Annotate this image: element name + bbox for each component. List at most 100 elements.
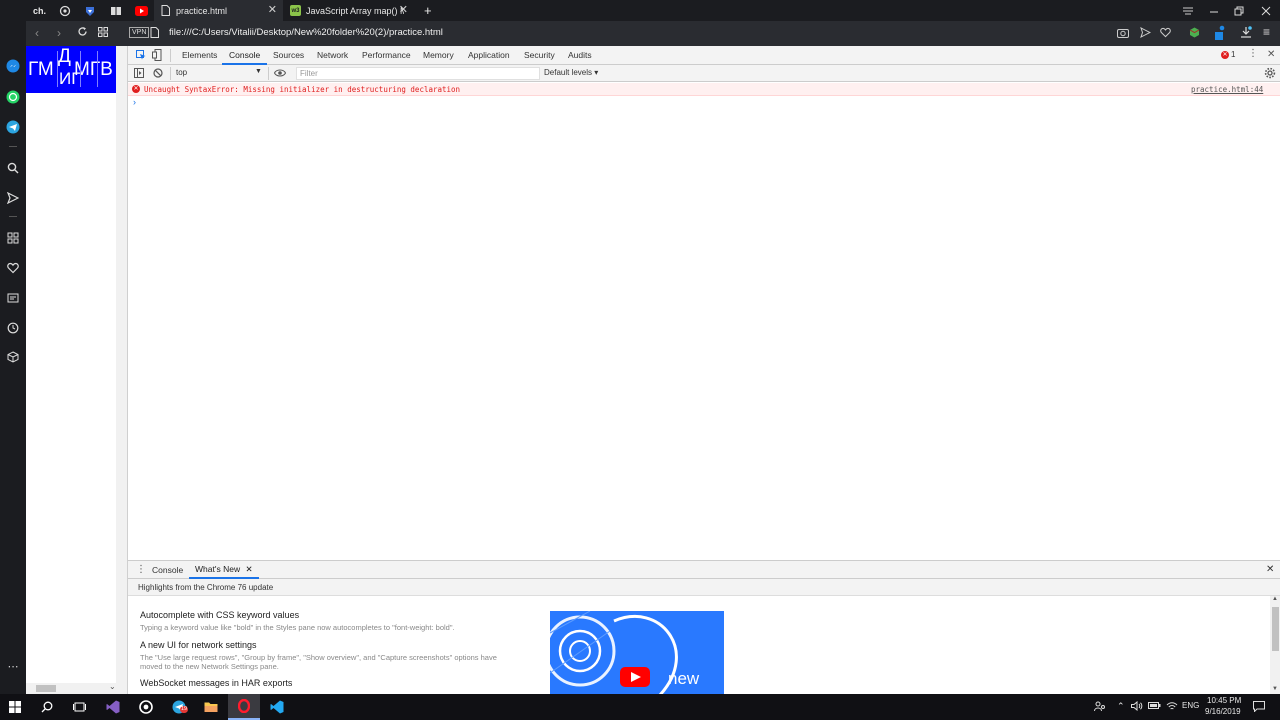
vpn-badge[interactable]: VPN <box>129 27 150 38</box>
reload-icon[interactable] <box>77 26 88 37</box>
show-hidden-icons-icon[interactable]: ⌃ <box>1117 701 1125 712</box>
page-info-icon[interactable] <box>150 27 159 38</box>
devtools-tab-audits[interactable]: Audits <box>568 46 592 65</box>
tab-javascript-array-map[interactable]: w3 JavaScript Array map() Met ✕ <box>284 0 414 21</box>
whats-new-video-thumbnail[interactable]: new <box>550 611 724 695</box>
close-tab-icon[interactable]: ✕ <box>268 4 277 16</box>
drawer-tab-whats-new[interactable]: What's New ✕ <box>189 561 259 579</box>
speed-dial-grid-icon[interactable] <box>98 27 108 37</box>
extension-notification-icon[interactable] <box>1211 25 1225 41</box>
back-icon[interactable]: ‹ <box>35 26 39 40</box>
close-tab-icon[interactable]: ✕ <box>399 4 408 16</box>
action-center-icon[interactable] <box>1253 701 1265 712</box>
snapshot-camera-icon[interactable] <box>1117 27 1129 38</box>
live-expression-eye-icon[interactable] <box>274 68 286 78</box>
whats-new-item-title[interactable]: A new UI for network settings <box>140 640 257 650</box>
easy-setup-menu-icon[interactable]: ≡ <box>1263 25 1270 39</box>
telegram-icon[interactable] <box>5 119 21 135</box>
whatsapp-icon[interactable] <box>5 89 21 105</box>
context-dropdown-icon[interactable]: ▼ <box>255 68 262 75</box>
page-vertical-scrollbar[interactable] <box>116 46 127 683</box>
drawer-vertical-scrollbar[interactable]: ▲ ▼ <box>1270 596 1280 695</box>
bookmark-heart-icon[interactable] <box>1160 27 1171 38</box>
circle-app-icon[interactable] <box>137 699 155 715</box>
whats-new-item-title[interactable]: Autocomplete with CSS keyword values <box>140 610 299 620</box>
log-levels-dropdown[interactable]: Default levels ▾ <box>544 68 598 77</box>
console-settings-gear-icon[interactable] <box>1264 67 1276 79</box>
telegram-taskbar-icon[interactable]: 19 <box>170 699 189 715</box>
windows-start-icon[interactable] <box>6 699 24 715</box>
whats-new-item-title[interactable]: WebSocket messages in HAR exports <box>140 678 292 688</box>
scrollbar-thumb[interactable] <box>1272 607 1279 651</box>
speed-dial-icon[interactable] <box>5 230 21 246</box>
volume-icon[interactable] <box>1131 701 1143 711</box>
pinned-tab-target-icon[interactable] <box>57 3 73 18</box>
search-icon[interactable] <box>38 699 56 715</box>
devtools-tab-network[interactable]: Network <box>317 46 348 65</box>
close-devtools-icon[interactable]: ✕ <box>1267 49 1275 60</box>
context-selector[interactable]: top <box>176 68 187 77</box>
drawer-tab-console[interactable]: Console <box>152 561 183 579</box>
console-prompt[interactable]: › <box>133 97 136 107</box>
clear-console-icon[interactable] <box>153 68 163 78</box>
devtools-tab-application[interactable]: Application <box>468 46 510 65</box>
pinned-tab-shield-icon[interactable] <box>82 3 98 18</box>
new-tab-button[interactable]: + <box>418 0 434 21</box>
flow-send-icon[interactable] <box>5 190 21 206</box>
extension-cube-icon[interactable] <box>1189 27 1200 38</box>
drawer-menu-icon[interactable]: ⋮ <box>136 564 146 575</box>
console-filter-input[interactable]: Filter <box>296 67 540 80</box>
inspect-element-icon[interactable] <box>136 50 146 60</box>
more-options-icon[interactable]: ⋯ <box>5 658 21 674</box>
error-source-link[interactable]: practice.html:44 <box>1191 83 1263 96</box>
minimize-window-icon[interactable] <box>1206 3 1222 18</box>
scroll-down-icon[interactable]: ⌄ <box>109 682 116 691</box>
close-drawer-icon[interactable]: ✕ <box>1266 564 1274 575</box>
blue-box-text-gm: ГМ <box>28 59 54 80</box>
visual-studio-icon[interactable] <box>104 699 122 715</box>
input-language[interactable]: ENG <box>1182 701 1199 710</box>
devtools-tab-security[interactable]: Security <box>524 46 555 65</box>
url-text[interactable]: file:///C:/Users/Vitalii/Desktop/New%20f… <box>169 27 443 38</box>
task-view-icon[interactable] <box>70 699 88 715</box>
file-explorer-icon[interactable] <box>202 699 220 715</box>
messenger-icon[interactable] <box>5 58 21 74</box>
wifi-icon[interactable] <box>1166 701 1178 711</box>
devtools-tab-memory[interactable]: Memory <box>423 46 454 65</box>
pinned-tab-youtube-icon[interactable] <box>133 3 149 18</box>
devtools-tab-performance[interactable]: Performance <box>362 46 411 65</box>
history-clock-icon[interactable] <box>5 320 21 336</box>
device-toolbar-icon[interactable] <box>152 49 162 61</box>
clock-time[interactable]: 10:45 PM <box>1207 696 1241 705</box>
devtools-tab-console[interactable]: Console <box>222 46 268 65</box>
close-window-icon[interactable] <box>1258 3 1274 18</box>
heart-icon[interactable] <box>5 260 21 276</box>
clock-date[interactable]: 9/16/2019 <box>1205 707 1241 716</box>
devtools-menu-icon[interactable]: ⋮ <box>1248 48 1258 59</box>
promo-new-label: new <box>668 669 700 688</box>
vscode-icon[interactable] <box>268 699 286 715</box>
forward-icon[interactable]: › <box>57 26 61 40</box>
pinned-tab-ch[interactable]: ch. <box>26 0 50 21</box>
pinned-tab-book-icon[interactable] <box>108 3 124 18</box>
search-icon[interactable] <box>5 160 21 176</box>
send-flow-icon[interactable] <box>1140 27 1151 38</box>
restore-window-icon[interactable] <box>1231 3 1247 18</box>
show-sidebar-icon[interactable] <box>134 68 144 78</box>
devtools-tab-elements[interactable]: Elements <box>182 46 217 65</box>
close-drawer-tab-icon[interactable]: ✕ <box>245 564 252 574</box>
tab-practice-html[interactable]: practice.html ✕ <box>154 0 283 21</box>
extensions-cube-icon[interactable] <box>5 349 21 365</box>
scroll-up-icon[interactable]: ▲ <box>1272 596 1278 602</box>
scrollbar-thumb[interactable] <box>36 685 56 692</box>
console-error-message: ✕ Uncaught SyntaxError: Missing initiali… <box>128 83 1280 96</box>
tab-menu-icon[interactable] <box>1180 3 1196 18</box>
opera-taskbar-icon[interactable] <box>228 694 260 720</box>
scroll-down-icon[interactable]: ▼ <box>1272 686 1278 692</box>
downloads-icon[interactable] <box>1240 26 1252 39</box>
page-horizontal-scrollbar[interactable]: ⌄ <box>26 682 127 694</box>
battery-icon[interactable] <box>1148 701 1161 710</box>
people-icon[interactable] <box>1094 701 1106 712</box>
devtools-tab-sources[interactable]: Sources <box>273 46 304 65</box>
news-icon[interactable] <box>5 290 21 306</box>
